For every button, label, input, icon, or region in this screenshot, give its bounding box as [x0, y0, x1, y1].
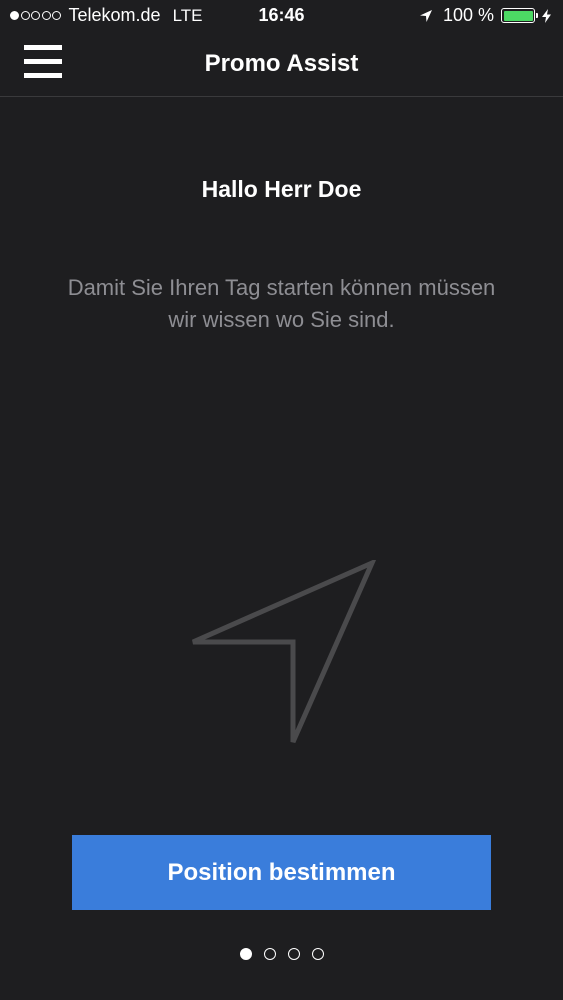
page-dot[interactable]: [263, 948, 276, 960]
charging-bolt-icon: [542, 8, 551, 23]
page-indicator: [0, 948, 563, 960]
page-title: Promo Assist: [204, 50, 359, 77]
location-message: Damit Sie Ihren Tag starten können müsse…: [67, 275, 496, 332]
determine-position-button[interactable]: Position bestimmen: [72, 835, 491, 910]
page-dot[interactable]: [311, 948, 324, 960]
navigation-bar: Promo Assist: [0, 32, 563, 97]
onboarding-screen: Telekom.de LTE 16:46 100 % Promo Assist: [0, 0, 563, 1000]
page-dot[interactable]: [287, 948, 300, 960]
page-dot[interactable]: [239, 948, 252, 960]
battery-percent: 100 %: [442, 5, 494, 25]
navigation-arrow-icon: [191, 560, 377, 744]
battery-fill: [503, 10, 533, 21]
greeting-heading: Hallo Herr Doe: [201, 176, 362, 202]
status-right: 100 %: [419, 5, 551, 26]
battery-icon: [501, 8, 538, 23]
location-arrow-icon: [419, 9, 432, 22]
status-bar: Telekom.de LTE 16:46 100 %: [0, 0, 563, 32]
battery-tip: [535, 13, 538, 18]
